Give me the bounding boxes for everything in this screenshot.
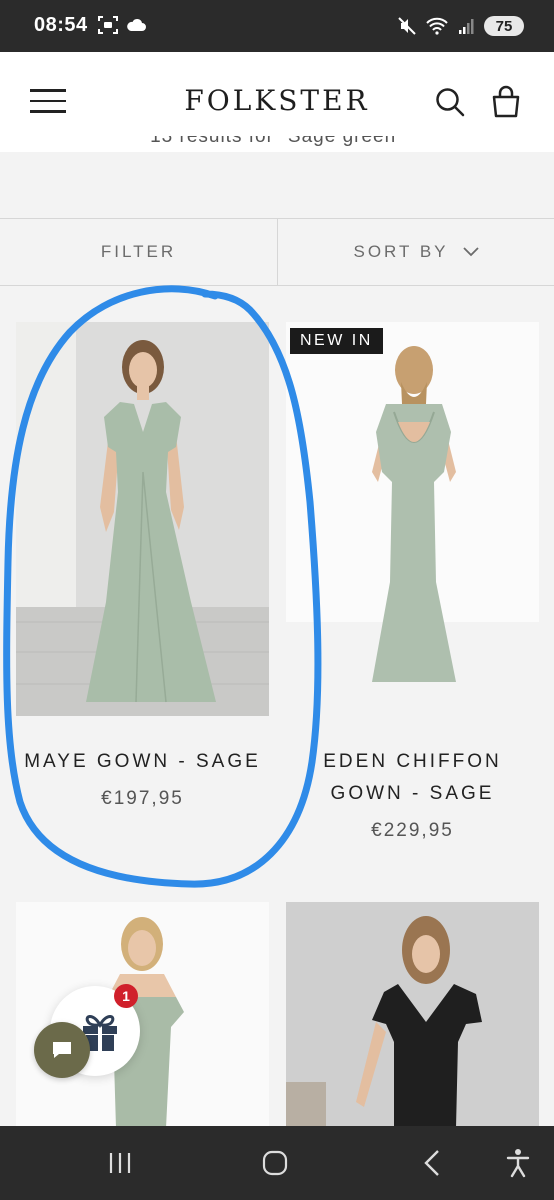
filter-label: FILTER [100,242,177,261]
product-name-eden-chiffon-gown[interactable]: EDEN CHIFFON GOWN - SAGE [286,746,539,810]
product-image-4[interactable] [286,902,539,1128]
sort-by-button[interactable]: SORT BY [278,219,554,285]
filter-sort-bar: FILTER SORT BY [0,218,554,286]
system-navigation-bar [0,1126,554,1200]
battery-indicator: 75 [484,16,524,36]
sort-label: SORT BY [353,242,449,261]
chat-button[interactable] [34,1022,90,1078]
accessibility-icon [506,1149,530,1178]
wifi-icon [426,17,448,35]
accessibility-button[interactable] [498,1148,538,1178]
back-button[interactable] [412,1148,452,1178]
filter-button[interactable]: FILTER [0,219,278,285]
product-image-maye-gown[interactable] [16,322,269,716]
recent-apps-button[interactable] [100,1148,140,1178]
results-count: 13 results for "Sage green" [150,136,404,147]
product-name-maye-gown[interactable]: MAYE GOWN - SAGE [16,746,269,778]
cloud-icon [127,18,146,31]
chat-icon [53,1042,71,1058]
home-icon [262,1150,288,1176]
product-photo [16,322,269,716]
shopping-bag-icon[interactable] [490,84,522,118]
home-button[interactable] [255,1148,295,1178]
signal-icon [459,19,474,34]
product-photo [286,902,539,1128]
product-photo [286,322,539,716]
product-image-eden-chiffon-gown[interactable] [286,322,539,716]
screenshot-icon [98,16,118,34]
product-price-eden-chiffon-gown: €229,95 [371,820,454,841]
search-icon[interactable] [434,86,466,118]
status-time: 08:54 [34,14,88,36]
back-icon [424,1150,439,1176]
new-in-badge: NEW IN [290,328,383,354]
gift-notification-count: 1 [114,984,138,1008]
brand-logo[interactable]: FOLKSTER [0,84,554,117]
status-bar: 08:54 75 [0,0,554,52]
product-price-maye-gown: €197,95 [101,788,184,809]
battery-level: 75 [495,17,513,35]
recent-apps-icon [109,1153,131,1173]
chevron-down-icon [462,247,479,257]
mute-icon [398,17,416,35]
